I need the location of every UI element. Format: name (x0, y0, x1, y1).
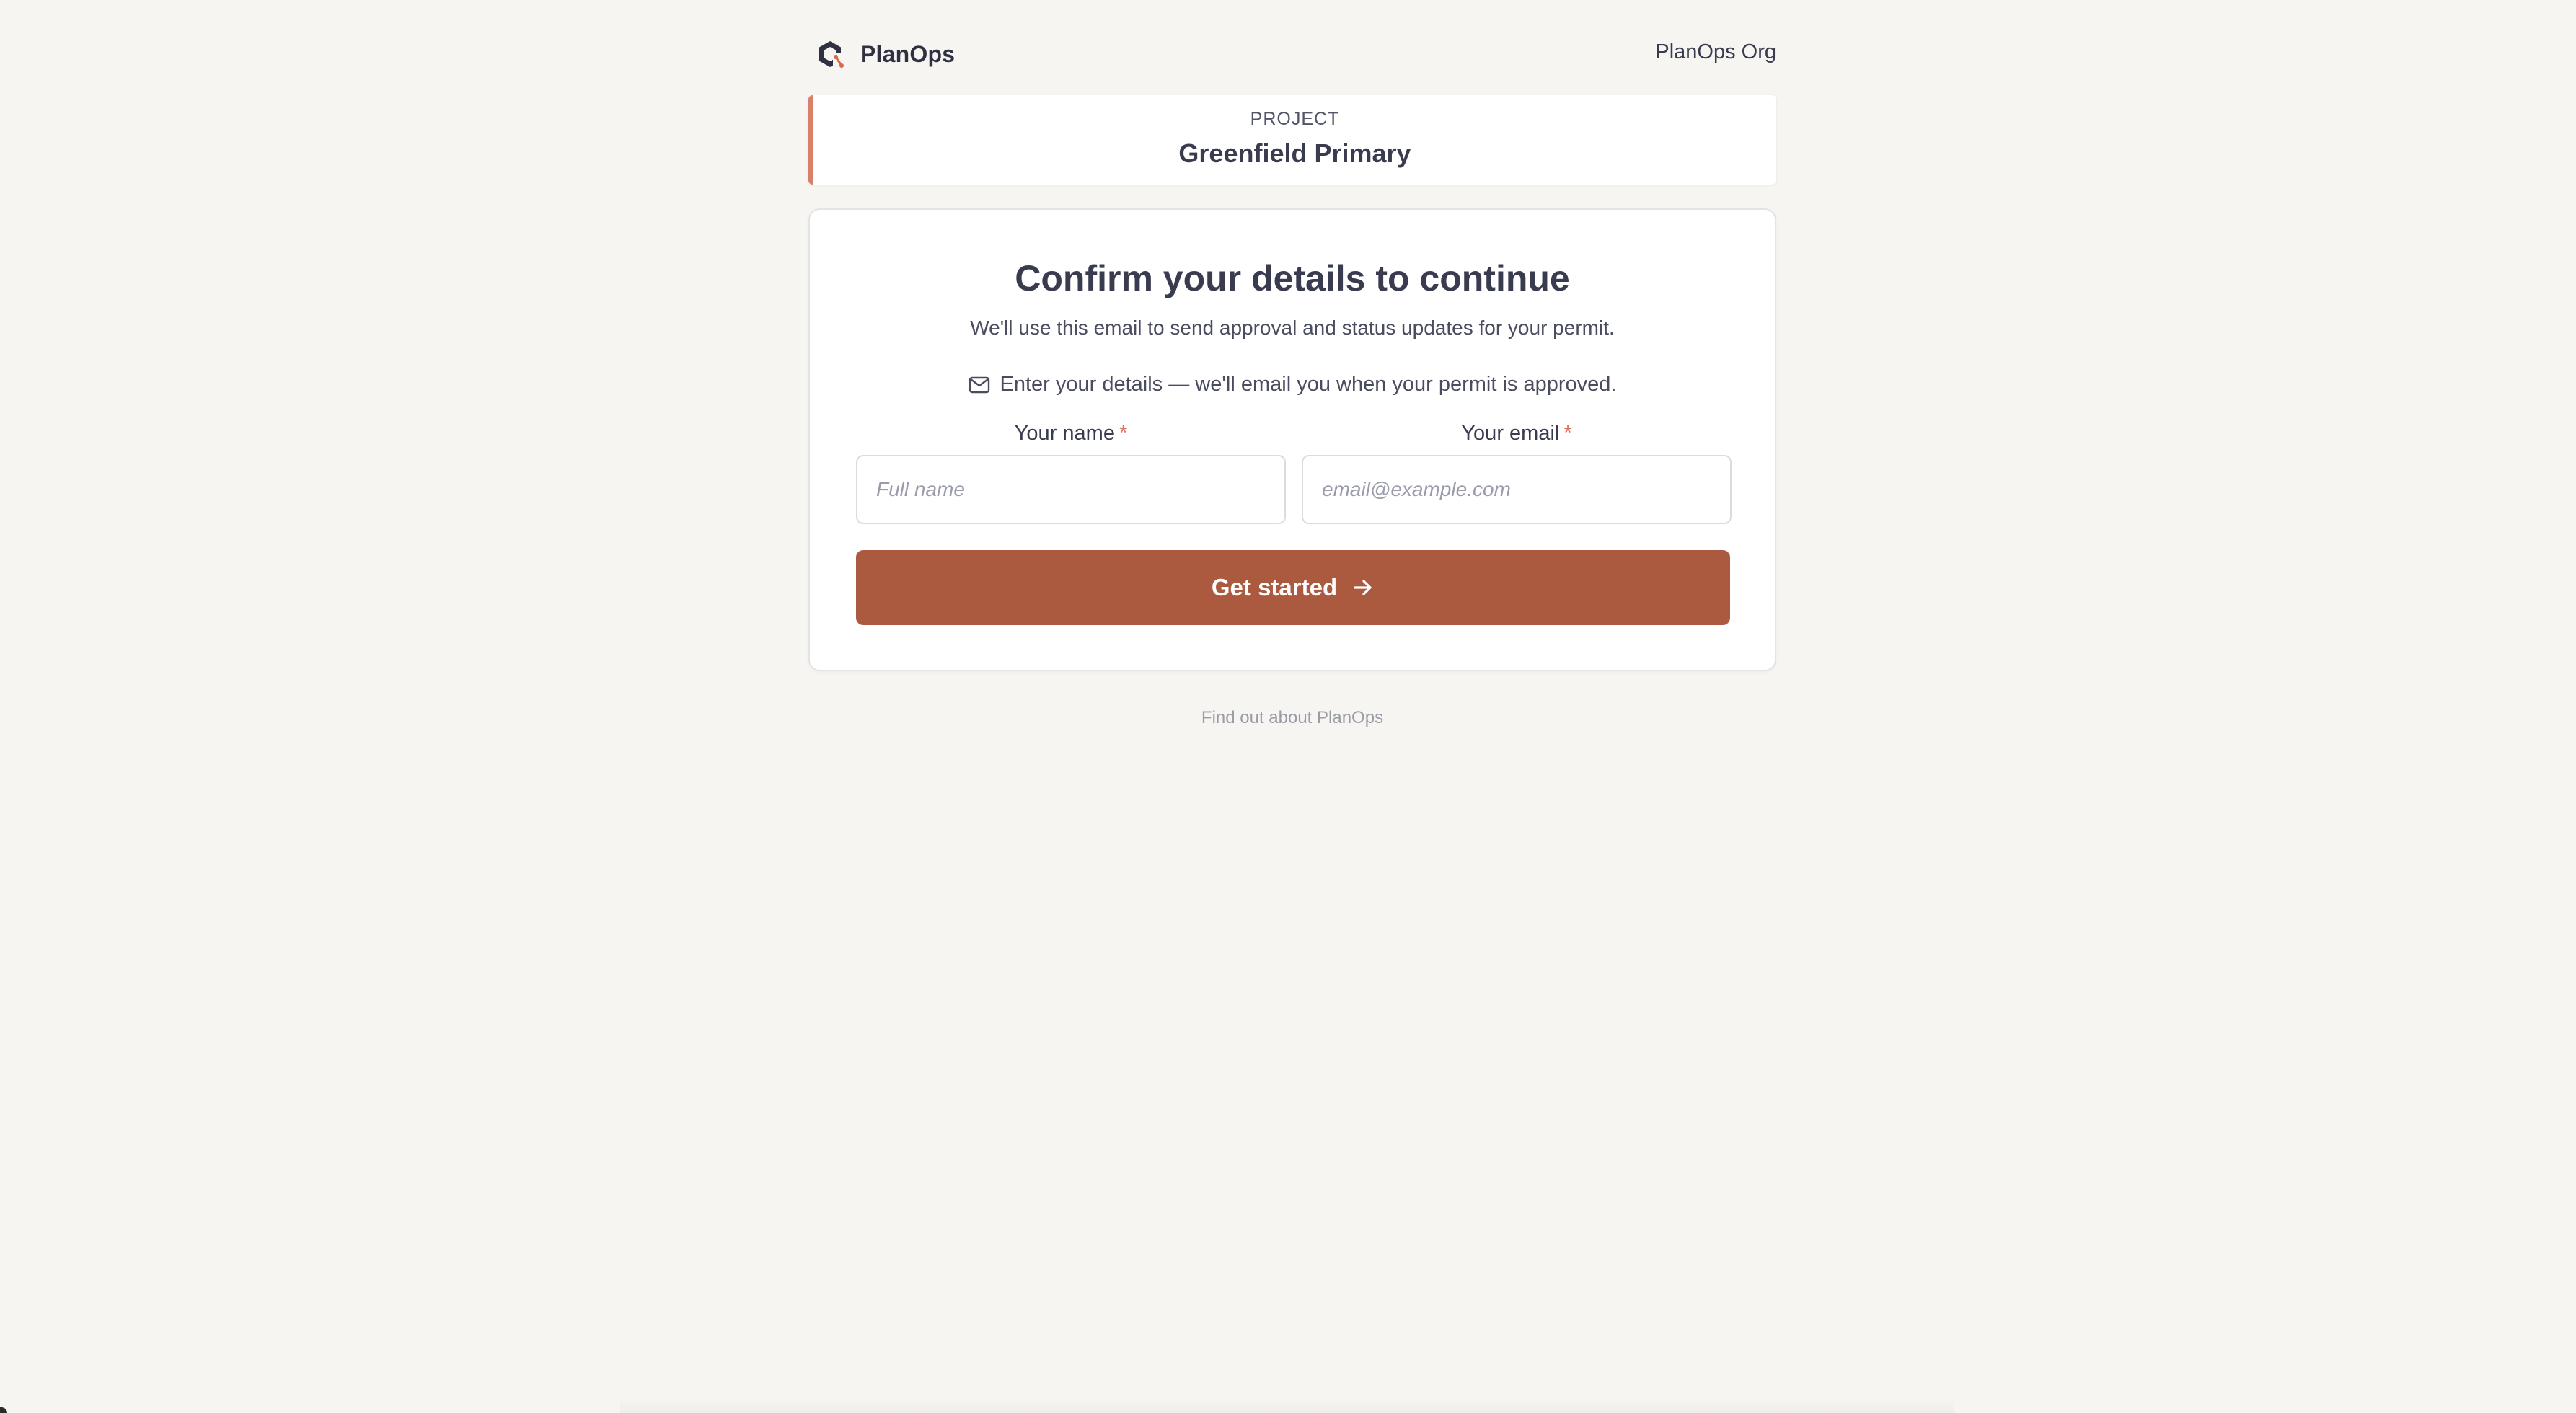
top-bar: PlanOps PlanOps Org (808, 0, 1776, 95)
email-field-label: Your email * (1302, 422, 1732, 448)
details-form-card: Confirm your details to continue We'll u… (808, 208, 1776, 671)
project-card: PROJECT Greenfield Primary (808, 95, 1776, 185)
name-field-label: Your name * (856, 422, 1286, 448)
main-column: PlanOps PlanOps Org PROJECT Greenfield P… (808, 0, 1776, 727)
project-label: PROJECT (1250, 109, 1340, 129)
get-started-button[interactable]: Get started (856, 550, 1730, 625)
brand-home-link[interactable]: PlanOps (814, 37, 955, 71)
project-name: Greenfield Primary (1178, 138, 1411, 168)
planops-logo-icon (814, 38, 846, 70)
org-name: PlanOps Org (1655, 40, 1776, 63)
mail-icon (969, 376, 1000, 394)
bottom-shade (620, 1397, 1954, 1413)
email-field-label-text: Your email (1461, 422, 1560, 445)
window-corner (0, 1407, 7, 1413)
page: PlanOps PlanOps Org PROJECT Greenfield P… (0, 0, 2576, 1413)
name-required-mark: * (1119, 422, 1128, 445)
brand-name: PlanOps (860, 40, 956, 67)
arrow-right-icon (1337, 576, 1375, 599)
form-subtitle: We'll use this email to send approval an… (970, 316, 1615, 339)
name-input[interactable] (856, 455, 1286, 524)
email-required-mark: * (1563, 422, 1572, 445)
email-field-group: Your email * (1302, 422, 1732, 524)
form-title: Confirm your details to continue (1015, 258, 1570, 298)
email-notice-text: Enter your details — we'll email you whe… (1000, 373, 1617, 396)
name-field-group: Your name * (856, 422, 1286, 524)
email-notice: Enter your details — we'll email you whe… (810, 373, 1775, 397)
get-started-label: Get started (1211, 574, 1338, 601)
name-field-label-text: Your name (1014, 422, 1115, 445)
about-planops-link[interactable]: Find out about PlanOps (808, 708, 1776, 728)
email-input[interactable] (1302, 455, 1732, 524)
